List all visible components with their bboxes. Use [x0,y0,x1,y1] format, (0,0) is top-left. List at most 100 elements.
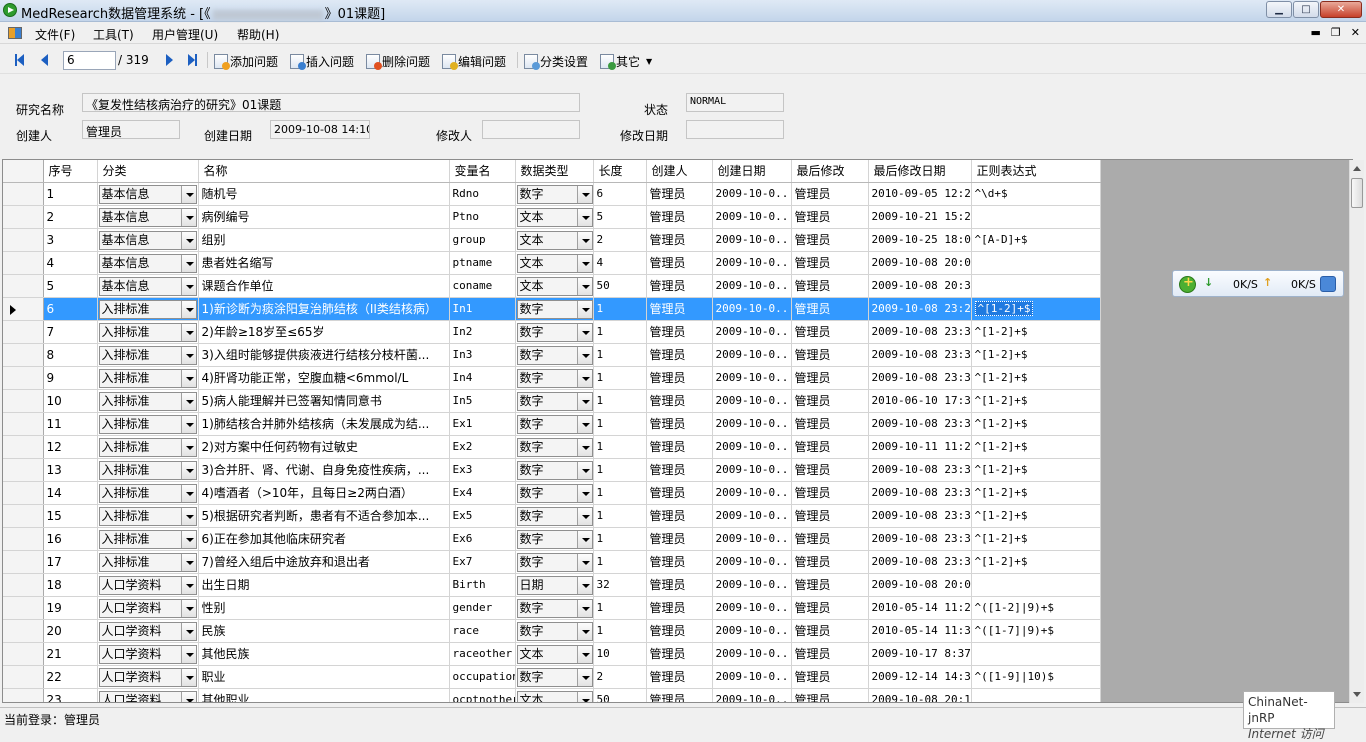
menu-tools[interactable]: 工具(T) [93,26,134,43]
length-cell[interactable]: 1 [593,458,647,482]
regex-cell[interactable]: ^[1-2]+$ [971,504,1101,528]
category-select[interactable]: 入排标准 [98,484,197,503]
data-type-select[interactable]: 文本 [516,645,592,664]
chevron-down-icon[interactable] [576,347,592,364]
length-cell[interactable]: 1 [593,320,647,344]
chevron-down-icon[interactable] [576,209,592,226]
category-combo[interactable]: 入排标准 [97,297,199,321]
chevron-down-icon[interactable] [576,623,592,640]
row-header[interactable] [3,435,44,459]
variable-name-cell[interactable]: In2 [449,320,516,344]
data-type-select[interactable]: 数字 [516,392,592,411]
data-type-combo[interactable]: 数字 [515,389,594,413]
variable-name-cell[interactable]: Ex5 [449,504,516,528]
menu-users[interactable]: 用户管理(U) [152,26,218,43]
network-speed-widget[interactable]: ↓ 0K/S ↑ 0K/S [1172,270,1344,297]
regex-cell[interactable]: ^([1-9]|10)$ [971,665,1101,689]
data-type-combo[interactable]: 数字 [515,320,594,344]
question-name-cell[interactable]: 病例编号 [198,205,450,229]
chevron-down-icon[interactable] [576,531,592,548]
regex-cell[interactable]: ^[1-2]+$ [971,412,1101,436]
column-header[interactable]: 创建人 [646,160,713,183]
variable-name-cell[interactable]: Ex3 [449,458,516,482]
chevron-down-icon[interactable] [576,554,592,571]
category-combo[interactable]: 基本信息 [97,274,199,298]
chevron-down-icon[interactable] [180,370,196,387]
length-cell[interactable]: 1 [593,619,647,643]
category-combo[interactable]: 入排标准 [97,504,199,528]
chevron-down-icon[interactable] [180,646,196,663]
chevron-down-icon[interactable] [576,232,592,249]
chevron-down-icon[interactable] [576,669,592,686]
column-header[interactable]: 分类 [97,160,199,183]
table-row[interactable]: 13 入排标准 3)合并肝、肾、代谢、自身免疫性疾病，... Ex3 数字 1 管理员 200… [3,458,1101,482]
variable-name-cell[interactable]: ocptnother [449,688,516,702]
scroll-up-icon[interactable] [1353,166,1361,171]
chevron-down-icon[interactable] [180,531,196,548]
next-page-icon[interactable] [166,54,173,66]
chevron-down-icon[interactable] [576,508,592,525]
creator-field[interactable]: 管理员 [82,120,180,139]
table-row[interactable]: 23 人口学资料 其他职业 ocptnother 文本 50 管理员 2009-10-0...… [3,688,1101,702]
category-combo[interactable]: 基本信息 [97,251,199,275]
variable-name-cell[interactable]: In1 [449,297,516,321]
table-row[interactable]: 10 入排标准 5)病人能理解并已签署知情同意书 In5 数字 1 管理员 2009-10-0… [3,389,1101,413]
row-header[interactable] [3,688,44,702]
question-name-cell[interactable]: 随机号 [198,182,450,206]
chevron-down-icon[interactable] [576,462,592,479]
table-row[interactable]: 6 入排标准 1)新诊断为痰涂阳复治肺结核（II类结核病） In1 数字 1 管理员 2009… [3,297,1101,321]
data-type-combo[interactable]: 数字 [515,596,594,620]
data-type-combo[interactable]: 日期 [515,573,594,597]
edit-question-button[interactable]: 编辑问题 [442,52,506,70]
chevron-down-icon[interactable] [180,393,196,410]
table-row[interactable]: 11 入排标准 1)肺结核合并肺外结核病（未发展成为结... Ex1 数字 1 管理员 200… [3,412,1101,436]
table-row[interactable]: 5 基本信息 课题合作单位 coname 文本 50 管理员 2009-10-0... 管理员 2… [3,274,1101,298]
category-combo[interactable]: 人口学资料 [97,642,199,666]
row-header[interactable] [3,389,44,413]
data-type-combo[interactable]: 数字 [515,435,594,459]
variable-name-cell[interactable]: Ex1 [449,412,516,436]
chevron-down-icon[interactable] [180,232,196,249]
category-select[interactable]: 入排标准 [98,415,197,434]
data-type-select[interactable]: 数字 [516,668,592,687]
table-row[interactable]: 19 人口学资料 性别 gender 数字 1 管理员 2009-10-0... 管理员 2010… [3,596,1101,620]
chevron-down-icon[interactable] [576,324,592,341]
data-type-select[interactable]: 文本 [516,691,592,702]
insert-question-button[interactable]: 插入问题 [290,52,354,70]
category-select[interactable]: 基本信息 [98,277,197,296]
chevron-down-icon[interactable] [180,416,196,433]
variable-name-cell[interactable]: coname [449,274,516,298]
row-header[interactable] [3,481,44,505]
variable-name-cell[interactable]: Ex4 [449,481,516,505]
data-type-select[interactable]: 数字 [516,438,592,457]
length-cell[interactable]: 1 [593,596,647,620]
row-header[interactable] [3,343,44,367]
data-type-select[interactable]: 文本 [516,254,592,273]
add-question-button[interactable]: 添加问题 [214,52,278,70]
study-name-field[interactable]: 《复发性结核病治疗的研究》01课题 [82,93,580,112]
data-type-select[interactable]: 数字 [516,300,592,319]
category-combo[interactable]: 入排标准 [97,481,199,505]
regex-edit-text[interactable]: ^[1-2]+$ [974,301,1034,316]
regex-cell[interactable]: ^\d+$ [971,182,1101,206]
regex-cell[interactable] [971,573,1101,597]
table-row[interactable]: 14 入排标准 4)嗜酒者（>10年，且每日≥2两白酒） Ex4 数字 1 管理员 2009-… [3,481,1101,505]
category-select[interactable]: 入排标准 [98,507,197,526]
prev-page-icon[interactable] [41,54,48,66]
category-combo[interactable]: 人口学资料 [97,665,199,689]
chevron-down-icon[interactable] [180,508,196,525]
regex-cell[interactable]: ^[1-2]+$ [971,527,1101,551]
question-name-cell[interactable]: 3)入组时能够提供痰液进行结核分枝杆菌... [198,343,450,367]
mdi-restore-button[interactable]: ❐ [1331,26,1341,39]
length-cell[interactable]: 2 [593,228,647,252]
data-type-select[interactable]: 日期 [516,576,592,595]
category-select[interactable]: 基本信息 [98,231,197,250]
category-select[interactable]: 入排标准 [98,369,197,388]
question-name-cell[interactable]: 出生日期 [198,573,450,597]
regex-cell[interactable] [971,642,1101,666]
data-type-combo[interactable]: 数字 [515,343,594,367]
row-header[interactable] [3,642,44,666]
variable-name-cell[interactable]: In5 [449,389,516,413]
chevron-down-icon[interactable] [180,209,196,226]
variable-name-cell[interactable]: Birth [449,573,516,597]
